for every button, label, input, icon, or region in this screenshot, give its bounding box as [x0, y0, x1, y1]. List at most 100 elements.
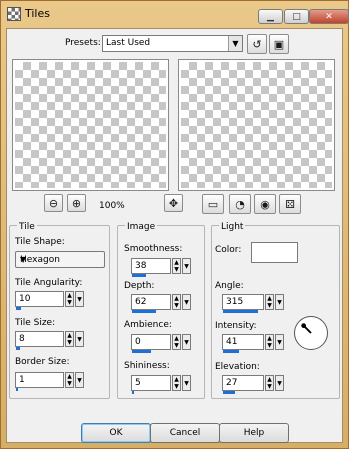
tile-angularity-value: 10 — [19, 294, 31, 304]
spin-arrows-icon[interactable]: ▲ ▼ — [172, 258, 181, 274]
intensity-bar[interactable] — [223, 350, 239, 353]
slider-dropdown-icon[interactable]: ▼ — [75, 372, 84, 388]
pan-button[interactable]: ✥ — [164, 194, 183, 212]
ambience-label: Ambience: — [124, 320, 172, 330]
dialog-body: Presets: Last Used ▼ ↺ ▣ ⊖ ⊕ 100% ✥ ▭ ◔ … — [6, 28, 343, 443]
tile-angularity-field[interactable]: 10 — [15, 291, 64, 307]
presets-label: Presets: — [65, 38, 101, 48]
shininess-bar[interactable] — [132, 391, 134, 394]
tiles-dialog: Tiles ▁ □ ✕ Presets: Last Used ▼ ↺ ▣ ⊖ ⊕ — [0, 0, 349, 449]
save-preset-button[interactable]: ▣ — [269, 34, 289, 54]
border-size-label: Border Size: — [15, 357, 70, 367]
zoom-out-button[interactable]: ⊖ — [44, 194, 63, 212]
spin-arrows-icon[interactable]: ▲ ▼ — [65, 291, 74, 307]
cancel-button[interactable]: Cancel — [150, 423, 220, 443]
light-color-swatch[interactable] — [251, 242, 298, 263]
tile-size-spinner[interactable]: 8 ▲ ▼ ▼ — [15, 331, 85, 350]
border-size-bar[interactable] — [16, 388, 18, 391]
before-preview[interactable] — [12, 59, 169, 191]
help-button[interactable]: Help — [219, 423, 289, 443]
proof-icon: ◔ — [235, 197, 245, 211]
slider-dropdown-icon[interactable]: ▼ — [182, 375, 191, 391]
slider-dropdown-icon[interactable]: ▼ — [182, 334, 191, 350]
minimize-button[interactable]: ▁ — [258, 9, 283, 24]
zoom-in-button[interactable]: ⊕ — [67, 194, 86, 212]
zoom-level: 100% — [99, 201, 125, 211]
before-preview-canvas — [15, 62, 166, 188]
tile-angularity-bar[interactable] — [16, 307, 21, 310]
slider-dropdown-icon[interactable]: ▼ — [275, 334, 284, 350]
spin-arrows-icon[interactable]: ▲ ▼ — [65, 331, 74, 347]
title-bar[interactable]: Tiles ▁ □ ✕ — [1, 1, 349, 27]
image-group-title: Image — [125, 222, 158, 232]
depth-label: Depth: — [124, 281, 155, 291]
angle-field[interactable]: 315 — [222, 294, 264, 310]
slider-dropdown-icon[interactable]: ▼ — [75, 291, 84, 307]
smoothness-spinner[interactable]: 38 ▲ ▼ ▼ — [131, 258, 193, 277]
angle-bar[interactable] — [223, 310, 258, 313]
close-button[interactable]: ✕ — [309, 9, 349, 24]
spin-arrows-icon[interactable]: ▲ ▼ — [265, 334, 274, 350]
shininess-value: 5 — [135, 378, 141, 388]
presets-dropdown[interactable]: Last Used ▼ — [102, 35, 243, 52]
spin-arrows-icon[interactable]: ▲ ▼ — [172, 294, 181, 310]
depth-bar[interactable] — [132, 310, 156, 313]
preview-toggle-button[interactable]: ▭ — [202, 194, 224, 214]
elevation-bar[interactable] — [223, 391, 235, 394]
preview-toggle-icon: ▭ — [207, 197, 219, 211]
light-group-title: Light — [219, 222, 246, 232]
ok-button[interactable]: OK — [81, 423, 151, 443]
elevation-spinner[interactable]: 27 ▲ ▼ ▼ — [222, 375, 286, 394]
tile-size-bar[interactable] — [16, 347, 20, 350]
tile-shape-select[interactable]: Hexagon ▼ — [15, 251, 105, 268]
window-title: Tiles — [25, 7, 50, 20]
slider-dropdown-icon[interactable]: ▼ — [275, 294, 284, 310]
spin-arrows-icon[interactable]: ▲ ▼ — [65, 372, 74, 388]
dial-knob[interactable] — [301, 323, 307, 329]
intensity-label: Intensity: — [215, 321, 257, 331]
chevron-down-icon: ▼ — [20, 255, 27, 264]
slider-dropdown-icon[interactable]: ▼ — [275, 375, 284, 391]
ambience-bar[interactable] — [132, 350, 151, 353]
elevation-field[interactable]: 27 — [222, 375, 264, 391]
spin-arrows-icon[interactable]: ▲ ▼ — [172, 375, 181, 391]
intensity-spinner[interactable]: 41 ▲ ▼ ▼ — [222, 334, 286, 353]
auto-proof-button[interactable]: ◉ — [254, 194, 276, 214]
tile-size-value: 8 — [19, 334, 25, 344]
intensity-field[interactable]: 41 — [222, 334, 264, 350]
depth-spinner[interactable]: 62 ▲ ▼ ▼ — [131, 294, 193, 313]
slider-dropdown-icon[interactable]: ▼ — [182, 258, 191, 274]
border-size-value: 1 — [19, 375, 25, 385]
randomize-button[interactable]: ⚄ — [279, 194, 301, 214]
smoothness-bar[interactable] — [132, 274, 146, 277]
proof-button[interactable]: ◔ — [229, 194, 251, 214]
slider-dropdown-icon[interactable]: ▼ — [182, 294, 191, 310]
depth-field[interactable]: 62 — [131, 294, 171, 310]
slider-dropdown-icon[interactable]: ▼ — [75, 331, 84, 347]
angle-spinner[interactable]: 315 ▲ ▼ ▼ — [222, 294, 286, 313]
tile-size-field[interactable]: 8 — [15, 331, 64, 347]
ambience-field[interactable]: 0 — [131, 334, 171, 350]
border-size-spinner[interactable]: 1 ▲ ▼ ▼ — [15, 372, 85, 391]
angle-value: 315 — [226, 297, 244, 307]
intensity-value: 41 — [226, 337, 238, 347]
shininess-field[interactable]: 5 — [131, 375, 171, 391]
shininess-spinner[interactable]: 5 ▲ ▼ ▼ — [131, 375, 193, 394]
zoom-in-icon: ⊕ — [71, 196, 82, 210]
smoothness-value: 38 — [135, 261, 147, 271]
border-size-field[interactable]: 1 — [15, 372, 64, 388]
reset-button[interactable]: ↺ — [247, 34, 267, 54]
spin-arrows-icon[interactable]: ▲ ▼ — [172, 334, 181, 350]
after-preview[interactable] — [178, 59, 335, 191]
angle-dial[interactable] — [294, 316, 328, 350]
chevron-down-icon[interactable]: ▼ — [228, 36, 242, 51]
elevation-label: Elevation: — [215, 362, 260, 372]
spin-arrows-icon[interactable]: ▲ ▼ — [265, 375, 274, 391]
color-label: Color: — [215, 245, 242, 255]
smoothness-field[interactable]: 38 — [131, 258, 171, 274]
tile-angularity-spinner[interactable]: 10 ▲ ▼ ▼ — [15, 291, 85, 310]
spin-arrows-icon[interactable]: ▲ ▼ — [265, 294, 274, 310]
maximize-button[interactable]: □ — [284, 9, 309, 24]
ambience-spinner[interactable]: 0 ▲ ▼ ▼ — [131, 334, 193, 353]
tile-shape-label: Tile Shape: — [15, 237, 65, 247]
